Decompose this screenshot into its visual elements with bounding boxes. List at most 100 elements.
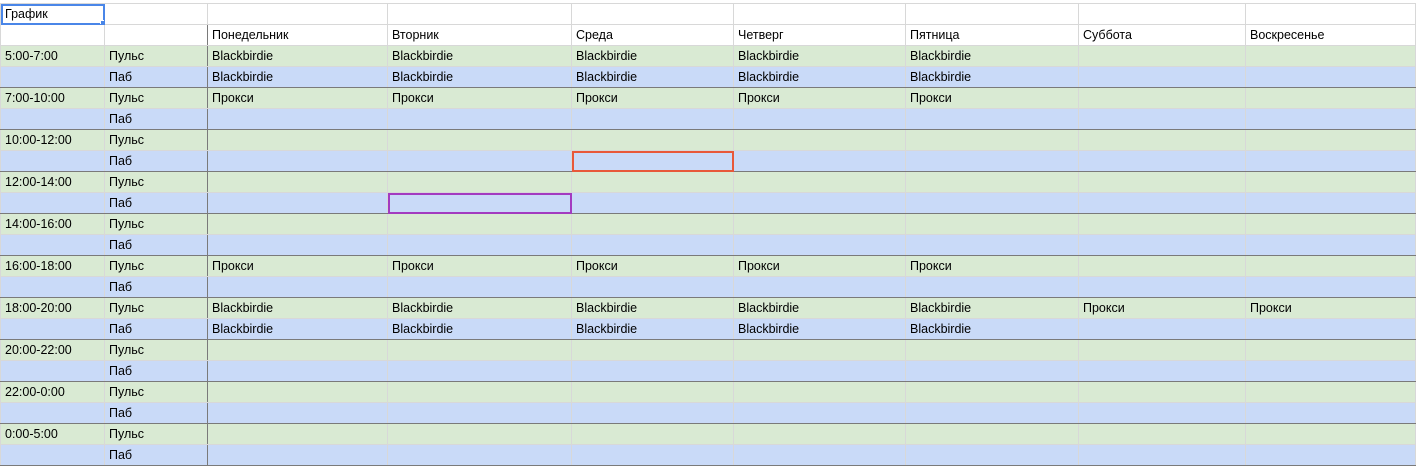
schedule-cell[interactable] (1078, 171, 1246, 193)
schedule-cell[interactable] (1245, 339, 1416, 361)
time-slot-cell[interactable] (0, 66, 105, 88)
schedule-cell[interactable] (905, 276, 1079, 298)
schedule-cell[interactable] (1078, 129, 1246, 151)
schedule-cell[interactable]: Blackbirdie (733, 45, 906, 67)
schedule-cell[interactable] (207, 192, 388, 214)
schedule-cell[interactable] (1245, 318, 1416, 340)
schedule-cell[interactable]: Blackbirdie (387, 318, 572, 340)
time-slot-cell[interactable] (0, 150, 105, 172)
schedule-cell[interactable]: Blackbirdie (905, 297, 1079, 319)
schedule-cell[interactable]: Blackbirdie (207, 45, 388, 67)
schedule-cell[interactable] (1245, 381, 1416, 403)
schedule-cell[interactable] (387, 171, 572, 193)
schedule-cell[interactable] (733, 444, 906, 466)
schedule-cell[interactable] (387, 108, 572, 130)
time-slot-cell[interactable] (0, 192, 105, 214)
schedule-cell[interactable] (571, 276, 734, 298)
schedule-cell[interactable] (571, 150, 734, 172)
schedule-cell[interactable] (207, 108, 388, 130)
schedule-cell[interactable] (207, 129, 388, 151)
schedule-cell[interactable] (387, 402, 572, 424)
schedule-cell[interactable]: Blackbirdie (571, 45, 734, 67)
day-header-cell[interactable]: Среда (571, 24, 734, 46)
time-slot-cell[interactable]: 12:00-14:00 (0, 171, 105, 193)
schedule-cell[interactable] (387, 192, 572, 214)
schedule-cell[interactable] (1078, 255, 1246, 277)
schedule-cell[interactable] (1245, 45, 1416, 67)
schedule-cell[interactable] (1245, 402, 1416, 424)
schedule-cell[interactable]: Прокси (207, 87, 388, 109)
schedule-cell[interactable]: Blackbirdie (905, 66, 1079, 88)
schedule-cell[interactable] (733, 423, 906, 445)
schedule-cell[interactable] (733, 402, 906, 424)
schedule-cell[interactable] (733, 360, 906, 382)
schedule-cell[interactable] (387, 444, 572, 466)
schedule-cell[interactable] (571, 381, 734, 403)
day-header-cell[interactable]: Суббота (1078, 24, 1246, 46)
schedule-cell[interactable] (1245, 87, 1416, 109)
schedule-cell[interactable] (733, 171, 906, 193)
schedule-cell[interactable] (1245, 129, 1416, 151)
venue-cell[interactable]: Пульс (104, 381, 208, 403)
schedule-cell[interactable] (387, 213, 572, 235)
schedule-cell[interactable]: Blackbirdie (571, 318, 734, 340)
schedule-cell[interactable] (733, 192, 906, 214)
schedule-cell[interactable] (1245, 360, 1416, 382)
empty-cell[interactable] (1245, 3, 1416, 25)
time-slot-cell[interactable] (0, 318, 105, 340)
venue-cell[interactable]: Паб (104, 444, 208, 466)
venue-cell[interactable]: Пульс (104, 129, 208, 151)
schedule-cell[interactable] (1245, 150, 1416, 172)
schedule-cell[interactable] (207, 423, 388, 445)
schedule-cell[interactable] (905, 360, 1079, 382)
schedule-cell[interactable] (1078, 45, 1246, 67)
time-slot-cell[interactable] (0, 444, 105, 466)
empty-cell[interactable] (207, 3, 388, 25)
schedule-cell[interactable]: Прокси (1245, 297, 1416, 319)
time-slot-cell[interactable] (0, 402, 105, 424)
venue-cell[interactable]: Паб (104, 66, 208, 88)
time-slot-cell[interactable] (0, 234, 105, 256)
time-slot-cell[interactable]: 20:00-22:00 (0, 339, 105, 361)
schedule-cell[interactable] (1078, 66, 1246, 88)
schedule-cell[interactable] (905, 171, 1079, 193)
schedule-cell[interactable] (905, 192, 1079, 214)
schedule-cell[interactable]: Blackbirdie (905, 45, 1079, 67)
schedule-cell[interactable] (571, 360, 734, 382)
empty-cell[interactable] (387, 3, 572, 25)
schedule-cell[interactable]: Прокси (1078, 297, 1246, 319)
time-slot-cell[interactable]: 22:00-0:00 (0, 381, 105, 403)
time-slot-cell[interactable]: 18:00-20:00 (0, 297, 105, 319)
schedule-cell[interactable] (207, 339, 388, 361)
schedule-cell[interactable] (1078, 360, 1246, 382)
schedule-cell[interactable]: Прокси (733, 87, 906, 109)
venue-cell[interactable]: Паб (104, 318, 208, 340)
schedule-cell[interactable] (1078, 213, 1246, 235)
schedule-cell[interactable]: Blackbirdie (387, 45, 572, 67)
schedule-cell[interactable] (905, 423, 1079, 445)
empty-cell[interactable] (571, 3, 734, 25)
schedule-cell[interactable] (207, 444, 388, 466)
schedule-cell[interactable] (571, 423, 734, 445)
schedule-cell[interactable] (387, 360, 572, 382)
time-slot-cell[interactable]: 0:00-5:00 (0, 423, 105, 445)
schedule-cell[interactable] (571, 234, 734, 256)
venue-cell[interactable]: Пульс (104, 171, 208, 193)
schedule-cell[interactable]: Прокси (905, 87, 1079, 109)
schedule-cell[interactable] (1245, 234, 1416, 256)
time-slot-cell[interactable] (0, 360, 105, 382)
venue-cell[interactable]: Паб (104, 276, 208, 298)
empty-cell[interactable] (104, 3, 208, 25)
schedule-cell[interactable] (733, 234, 906, 256)
schedule-cell[interactable] (1245, 276, 1416, 298)
schedule-cell[interactable] (1245, 213, 1416, 235)
schedule-cell[interactable]: Blackbirdie (387, 297, 572, 319)
schedule-cell[interactable] (571, 444, 734, 466)
schedule-cell[interactable] (733, 276, 906, 298)
schedule-cell[interactable] (1078, 192, 1246, 214)
schedule-cell[interactable] (1078, 108, 1246, 130)
schedule-cell[interactable]: Прокси (571, 255, 734, 277)
schedule-cell[interactable]: Прокси (207, 255, 388, 277)
schedule-cell[interactable] (571, 192, 734, 214)
schedule-cell[interactable]: Blackbirdie (207, 297, 388, 319)
